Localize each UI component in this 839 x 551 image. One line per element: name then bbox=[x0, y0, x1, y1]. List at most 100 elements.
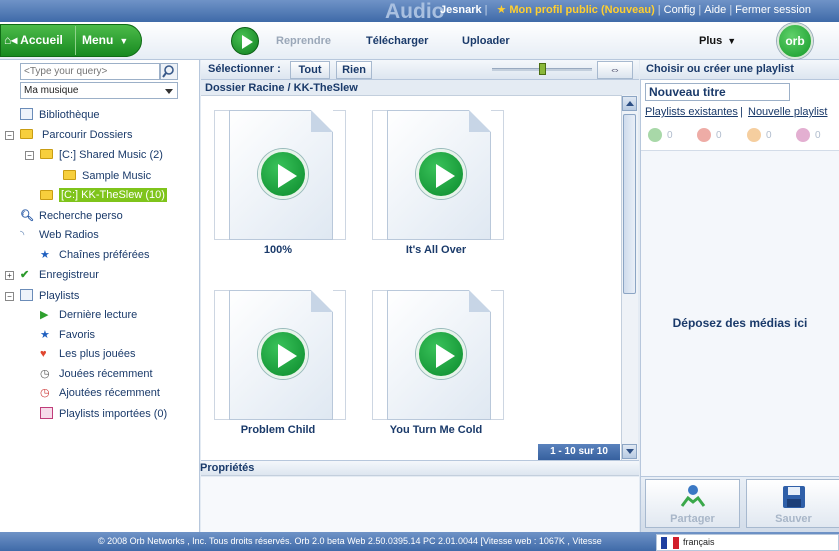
new-playlist-link[interactable]: Nouvelle playlist bbox=[748, 106, 827, 118]
file-icon bbox=[229, 290, 333, 420]
library-icon bbox=[20, 108, 33, 120]
tree-label: Parcourir Dossiers bbox=[42, 129, 133, 141]
scroll-thumb[interactable] bbox=[623, 114, 636, 294]
orb-logo[interactable]: orb bbox=[777, 23, 813, 59]
pill-divider bbox=[75, 26, 76, 55]
play-icon[interactable] bbox=[231, 27, 259, 55]
logo-text: orb bbox=[785, 34, 805, 48]
chevron-down-icon: ▼ bbox=[119, 36, 129, 46]
media-item[interactable] bbox=[372, 290, 504, 420]
drop-zone[interactable] bbox=[641, 150, 839, 480]
breadcrumb: Dossier Racine / KK-TheSlew bbox=[205, 82, 358, 94]
media-title[interactable]: Problem Child bbox=[198, 424, 358, 436]
search-button[interactable] bbox=[160, 63, 178, 80]
share-button[interactable]: Partager bbox=[645, 479, 740, 528]
properties-panel bbox=[201, 477, 639, 532]
tree-label: Ajoutées récemment bbox=[59, 387, 160, 399]
folder-icon bbox=[20, 129, 33, 139]
tree-label: Chaînes préférées bbox=[59, 249, 150, 261]
video-count: 0 bbox=[716, 130, 722, 141]
resume-button[interactable]: Reprendre bbox=[276, 34, 331, 48]
separator: | bbox=[657, 4, 661, 16]
play-icon bbox=[416, 329, 466, 379]
select-all-button[interactable]: Tout bbox=[290, 61, 330, 79]
media-title[interactable]: 100% bbox=[198, 244, 358, 256]
play-icon bbox=[258, 329, 308, 379]
select-label: Sélectionner : bbox=[208, 63, 281, 75]
save-label: Sauver bbox=[775, 513, 812, 525]
file-icon bbox=[387, 110, 491, 240]
arrow-up-icon bbox=[626, 101, 634, 106]
file-icon bbox=[387, 290, 491, 420]
photo-type-icon[interactable] bbox=[747, 128, 761, 142]
collapse-icon[interactable]: − bbox=[25, 151, 34, 160]
upload-button[interactable]: Uploader bbox=[462, 34, 510, 48]
home-icon: ⌂◂ bbox=[4, 33, 21, 47]
footer-text: © 2008 Orb Networks , Inc. Tous droits r… bbox=[98, 536, 602, 546]
tree-label: Jouées récemment bbox=[59, 368, 153, 380]
tree-label: Playlists importées (0) bbox=[59, 408, 168, 420]
view-mode-button[interactable]: ⇔ bbox=[597, 61, 633, 79]
config-link[interactable]: Config bbox=[664, 4, 696, 16]
flag-icon bbox=[661, 537, 679, 549]
select-none-button[interactable]: Rien bbox=[336, 61, 372, 79]
source-select[interactable]: Ma musique bbox=[20, 82, 178, 99]
profile-link[interactable]: Mon profil public (Nouveau) bbox=[509, 4, 654, 16]
folder-icon bbox=[63, 170, 76, 180]
chevron-down-icon: ▼ bbox=[727, 36, 737, 46]
video-type-icon[interactable] bbox=[697, 128, 711, 142]
star-icon: ★ bbox=[40, 329, 50, 341]
more-label: Plus bbox=[699, 35, 723, 47]
menu-label: Menu bbox=[82, 33, 114, 47]
pager: 1 - 10 sur 10 bbox=[538, 444, 620, 460]
menu-button[interactable]: Menu ▼ bbox=[82, 33, 128, 48]
document-type-icon[interactable] bbox=[796, 128, 810, 142]
properties-title: Propriétés bbox=[200, 462, 255, 474]
media-item[interactable] bbox=[372, 110, 504, 240]
media-title[interactable]: It's All Over bbox=[356, 244, 516, 256]
share-icon bbox=[680, 485, 706, 507]
folder-icon bbox=[40, 190, 53, 200]
tree-label-selected: [C:] KK-TheSlew (10) bbox=[59, 188, 167, 202]
scroll-down-button[interactable] bbox=[622, 444, 637, 459]
more-menu[interactable]: Plus ▼ bbox=[699, 34, 736, 48]
download-button[interactable]: Télécharger bbox=[366, 34, 428, 48]
expand-icon[interactable]: + bbox=[5, 271, 14, 280]
collapse-icon[interactable]: − bbox=[5, 292, 14, 301]
language-selector[interactable]: français bbox=[656, 534, 839, 551]
media-item[interactable] bbox=[214, 110, 346, 240]
audio-count: 0 bbox=[667, 130, 673, 141]
play-icon bbox=[258, 149, 308, 199]
share-label: Partager bbox=[670, 513, 715, 525]
help-link[interactable]: Aide bbox=[704, 4, 726, 16]
chevron-down-icon bbox=[165, 89, 173, 94]
tree-label: [C:] Shared Music (2) bbox=[59, 149, 163, 161]
playlist-title-input[interactable] bbox=[645, 83, 790, 101]
existing-playlists-link[interactable]: Playlists existantes bbox=[645, 106, 738, 118]
star-icon: ★ bbox=[40, 249, 50, 261]
document-count: 0 bbox=[815, 130, 821, 141]
collapse-icon[interactable]: − bbox=[5, 131, 14, 140]
section-title: Audio bbox=[385, 0, 445, 23]
save-button[interactable]: Sauver bbox=[746, 479, 839, 528]
tree-label: Playlists bbox=[39, 290, 80, 302]
tree-label: Enregistreur bbox=[39, 269, 99, 281]
properties-bar bbox=[201, 460, 639, 476]
drop-zone-text: Déposez des médias ici bbox=[672, 316, 808, 330]
clock-add-icon: ◷ bbox=[40, 387, 50, 399]
play-icon bbox=[416, 149, 466, 199]
audio-type-icon[interactable] bbox=[648, 128, 662, 142]
media-title[interactable]: You Turn Me Cold bbox=[356, 424, 516, 436]
heart-icon: ♥ bbox=[40, 348, 47, 360]
home-label: Accueil bbox=[20, 33, 63, 47]
zoom-slider-thumb[interactable] bbox=[539, 63, 546, 75]
search-icon: 🔍︎ bbox=[20, 210, 34, 222]
media-item[interactable] bbox=[214, 290, 346, 420]
scroll-up-button[interactable] bbox=[622, 96, 637, 111]
user-links: Jesnark | ★ Mon profil public (Nouveau) | Con… bbox=[440, 4, 811, 17]
separator: | bbox=[698, 4, 702, 16]
home-button[interactable]: ⌂◂ Accueil bbox=[4, 33, 63, 47]
search-input[interactable] bbox=[20, 63, 160, 80]
arrow-down-icon bbox=[626, 449, 634, 454]
logout-link[interactable]: Fermer session bbox=[735, 4, 811, 16]
